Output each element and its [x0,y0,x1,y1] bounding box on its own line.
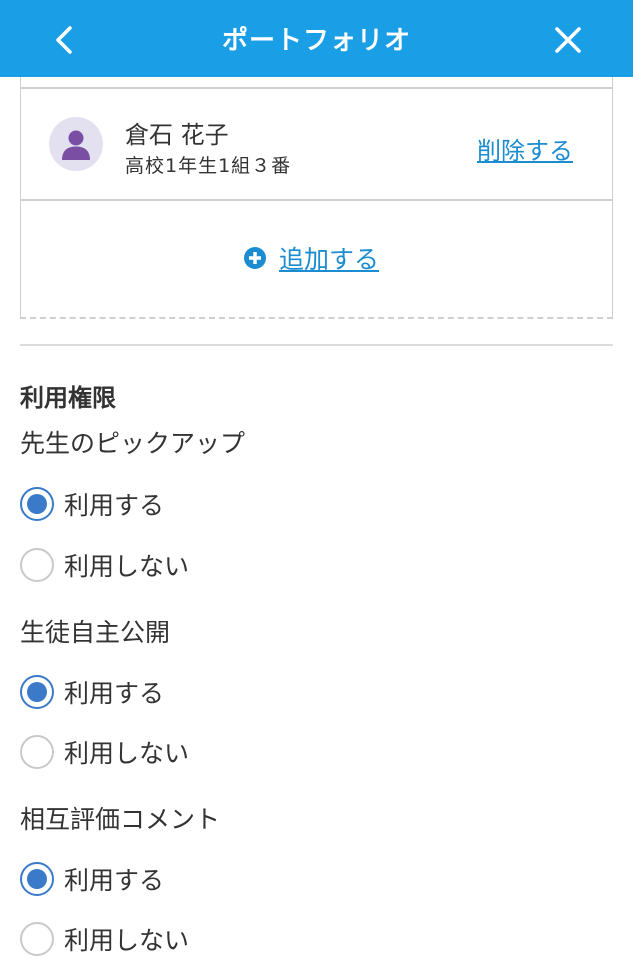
radio-button[interactable] [20,735,54,769]
radio-button[interactable] [20,922,54,956]
radio-label: 利用しない [64,926,190,955]
permission-label-student-publish: 生徒自主公開 [20,618,171,647]
back-button[interactable] [38,14,90,66]
radio-student-publish-no-use[interactable]: 利用しない [20,734,189,770]
add-member-link[interactable]: 追加する [243,241,379,275]
radio-label: 利用しない [64,739,190,768]
chevron-left-icon [56,26,72,54]
radio-label: 利用する [64,491,165,520]
plus-circle-icon [243,246,267,270]
permission-label-teacher-pickup: 先生のピックアップ [20,429,246,458]
member-list: 倉石 花子 高校1年生1組３番 削除する 追加する [20,77,613,319]
member-row: 倉石 花子 高校1年生1組３番 削除する [21,87,612,201]
page-title: ポートフォリオ [221,26,411,56]
radio-label: 利用する [64,679,165,708]
add-member-label: 追加する [279,245,380,274]
radio-button-checked[interactable] [20,675,54,709]
permission-label-peer-comment: 相互評価コメント [20,805,221,834]
radio-button[interactable] [20,548,54,582]
member-class: 高校1年生1組３番 [125,155,292,177]
permissions-title: 利用権限 [20,384,116,412]
close-button[interactable] [542,14,594,66]
radio-student-publish-use[interactable]: 利用する [20,674,164,710]
radio-teacher-pickup-use[interactable]: 利用する [20,486,164,522]
person-icon [62,130,90,160]
close-icon [555,27,581,53]
delete-member-link[interactable]: 削除する [477,131,573,166]
radio-peer-comment-no-use[interactable]: 利用しない [20,921,189,957]
radio-button-checked[interactable] [20,487,54,521]
radio-peer-comment-use[interactable]: 利用する [20,861,164,897]
section-divider [20,344,613,346]
avatar [49,117,103,171]
member-name: 倉石 花子 [125,121,229,149]
radio-teacher-pickup-no-use[interactable]: 利用しない [20,547,189,583]
radio-label: 利用しない [64,552,190,581]
app-header: ポートフォリオ [0,0,633,77]
radio-label: 利用する [64,866,165,895]
radio-button-checked[interactable] [20,862,54,896]
